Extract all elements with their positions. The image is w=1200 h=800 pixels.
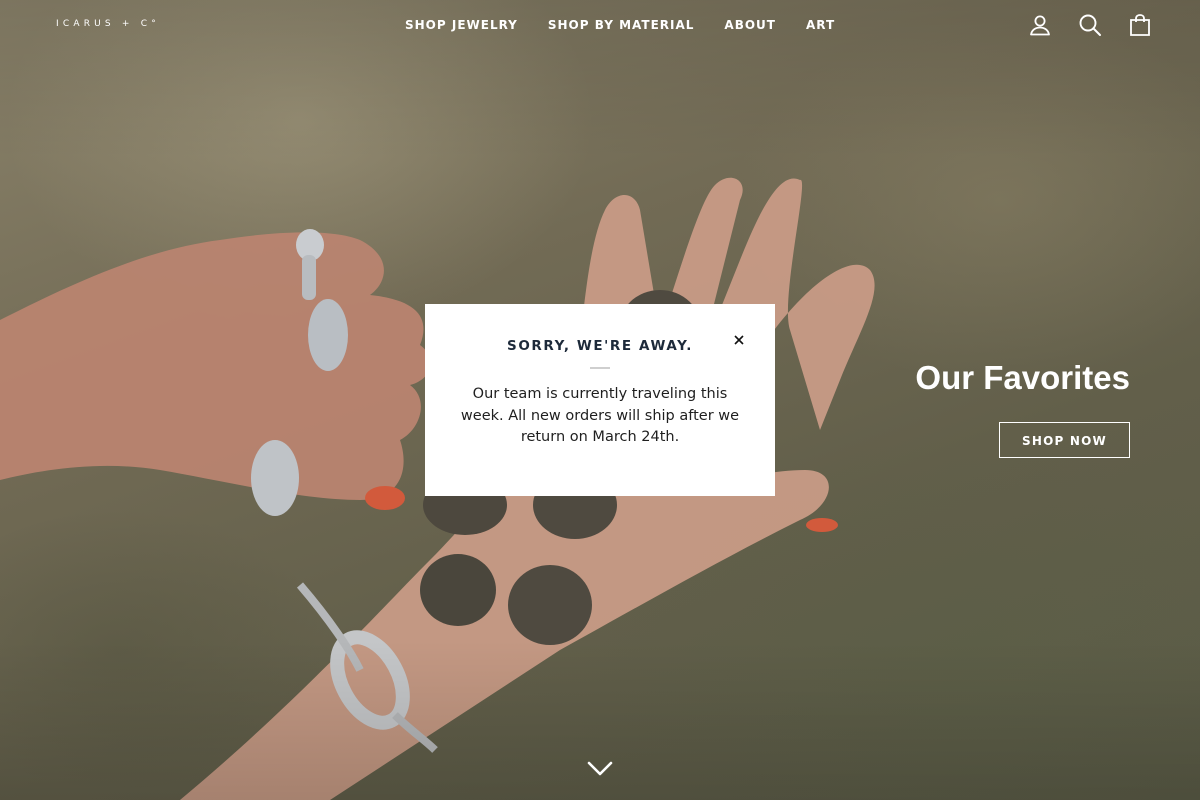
promo-title: Our Favorites <box>915 359 1130 396</box>
chevron-down-icon[interactable] <box>587 760 613 778</box>
main-nav: SHOP JEWELRY SHOP BY MATERIAL ABOUT ART <box>405 18 835 32</box>
nav-shop-by-material[interactable]: SHOP BY MATERIAL <box>548 18 695 32</box>
close-icon[interactable] <box>731 332 747 348</box>
search-icon[interactable] <box>1078 13 1102 37</box>
modal-divider <box>590 367 610 369</box>
cart-icon[interactable] <box>1128 13 1152 37</box>
account-icon[interactable] <box>1028 13 1052 37</box>
site-logo[interactable]: ICARUS + C° <box>56 19 160 29</box>
hero-promo: Our Favorites SHOP NOW <box>915 358 1130 458</box>
shop-now-button[interactable]: SHOP NOW <box>999 422 1130 458</box>
page: ICARUS + C° SHOP JEWELRY SHOP BY MATERIA… <box>0 0 1200 800</box>
site-header: ICARUS + C° SHOP JEWELRY SHOP BY MATERIA… <box>0 0 1200 52</box>
header-actions <box>1028 13 1152 37</box>
modal-message: Our team is currently traveling this wee… <box>460 386 740 445</box>
nav-shop-jewelry[interactable]: SHOP JEWELRY <box>405 18 518 32</box>
away-notice-modal: SORRY, WE'RE AWAY. Our team is currently… <box>425 304 775 496</box>
modal-title: SORRY, WE'RE AWAY. <box>507 338 693 354</box>
nav-art[interactable]: ART <box>806 18 835 32</box>
nav-about[interactable]: ABOUT <box>724 18 776 32</box>
